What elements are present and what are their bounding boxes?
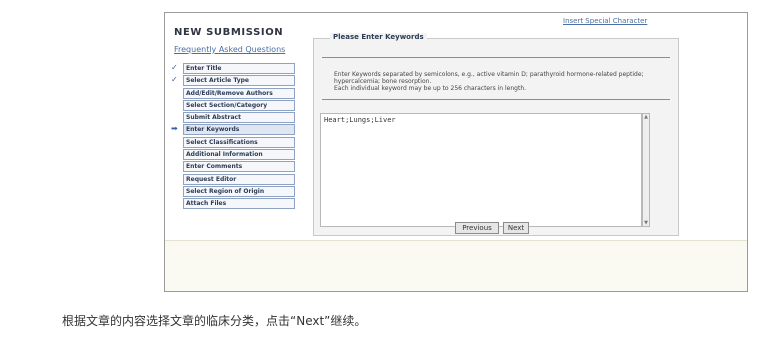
arrow-right-icon: ➡ [171,124,178,134]
caption-text: 根据文章的内容选择文章的临床分类，点击“Next”继续。 [62,314,367,328]
step-item[interactable]: Add/Edit/Remove Authors [171,87,295,100]
screenshot-frame: Insert Special Character NEW SUBMISSION … [164,12,748,292]
step-item[interactable]: Attach Files [171,198,295,210]
step-item[interactable]: Select Region of Origin [171,185,295,198]
next-button[interactable]: Next [503,222,529,234]
step-item[interactable]: Select Section/Category [171,99,295,112]
step-item[interactable]: ✓ Enter Title [171,63,295,75]
faq-link[interactable]: Frequently Asked Questions [174,45,285,54]
divider [322,99,670,100]
panel-title: Please Enter Keywords [330,33,427,41]
check-icon: ✓ [171,75,178,85]
chevron-up-icon[interactable]: ▲ [643,114,649,120]
keywords-textarea[interactable]: Heart;Lungs;Liver [320,113,642,227]
step-item-current[interactable]: ➡ Enter Keywords [171,124,295,136]
step-item[interactable]: Select Classifications [171,136,295,149]
keyword-instructions: Enter Keywords separated by semicolons, … [334,71,664,92]
step-label[interactable]: Select Classifications [183,136,295,148]
step-label[interactable]: Select Section/Category [183,99,295,111]
instructions-line-2: Each individual keyword may be up to 256… [334,85,527,92]
check-icon: ✓ [171,63,178,72]
page-title: NEW SUBMISSION [174,27,284,38]
chevron-down-icon[interactable]: ▼ [643,220,649,226]
step-label[interactable]: Enter Title [183,63,295,74]
step-label[interactable]: Request Editor [183,173,295,185]
step-label[interactable]: Attach Files [183,198,295,210]
step-label[interactable]: Add/Edit/Remove Authors [183,87,295,99]
insert-special-character-link[interactable]: Insert Special Character [563,17,647,25]
keywords-panel: Please Enter Keywords Enter Keywords sep… [313,33,679,236]
step-item[interactable]: Submit Abstract [171,112,295,124]
step-label[interactable]: Enter Comments [183,161,295,173]
step-item[interactable]: Additional Information [171,149,295,161]
step-list: ✓ Enter Title ✓ Select Article Type Add/… [171,63,295,211]
step-item[interactable]: Enter Comments [171,161,295,173]
step-item[interactable]: ✓ Select Article Type [171,75,295,87]
step-label[interactable]: Submit Abstract [183,112,295,124]
previous-button[interactable]: Previous [455,222,499,234]
step-label[interactable]: Enter Keywords [183,124,295,136]
screenshot-footer [165,240,747,291]
step-item[interactable]: Request Editor [171,173,295,186]
step-label[interactable]: Select Region of Origin [183,185,295,197]
textarea-scrollbar[interactable]: ▲ ▼ [642,113,650,227]
divider [322,57,670,58]
instructions-line-1: Enter Keywords separated by semicolons, … [334,71,644,85]
step-label[interactable]: Additional Information [183,149,295,161]
step-label[interactable]: Select Article Type [183,75,295,87]
